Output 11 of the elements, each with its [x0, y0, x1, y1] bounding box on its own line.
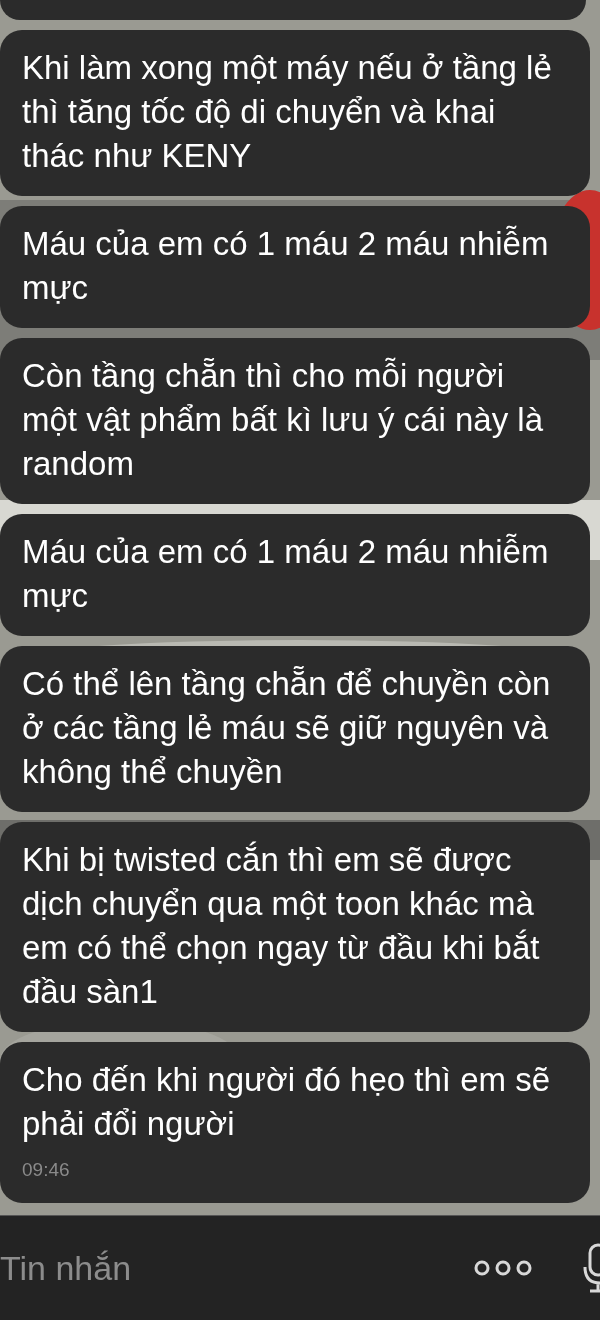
message-text: Máu của em có 1 máu 2 máu nhiễm mực: [22, 224, 550, 308]
message-text: Có thể lên tầng chẵn để chuyền còn ở các tầng lẻ máu sẽ giữ nguyên và không thể chuyền: [22, 664, 552, 792]
message-text: Còn tầng chẵn thì cho mỗi người một vật phẩm bất kì lưu ý cái này là random: [22, 356, 544, 484]
more-icon[interactable]: [474, 1260, 532, 1276]
microphone-icon[interactable]: [582, 1243, 600, 1293]
message-time: 09:46: [22, 1158, 71, 1182]
message-text: Máu của em có 1 máu 2 máu nhiễm mực: [22, 532, 550, 616]
message-text: Cho đến khi người đó hẹo thì em sẽ phải đổi người: [22, 1060, 552, 1144]
message-text: Khi bị twisted cắn thì em sẽ được dịch chuyển qua một toon khác mà em có thể chọn ngay từ đầu khi bắt đầu sàn1: [22, 840, 541, 1012]
message-text: Khi làm xong một máy nếu ở tầng lẻ thì tăng tốc độ di chuyển và khai thác như KENY: [22, 48, 553, 176]
message-input[interactable]: Tin nhắn: [0, 1215, 474, 1320]
